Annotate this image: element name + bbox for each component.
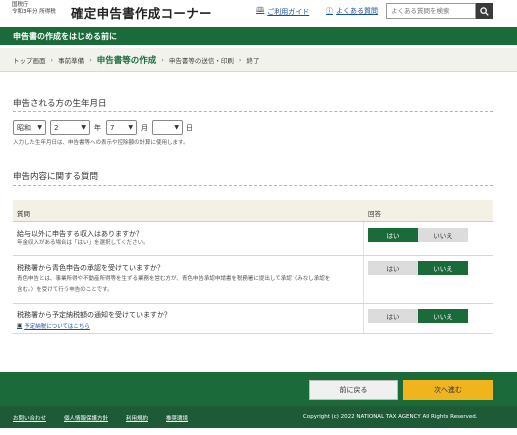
app-title: 確定申告書作成コーナー (71, 6, 212, 21)
answer-toggle: はい いいえ (368, 261, 468, 275)
faq-link[interactable]: ⓘ よくある質問 (326, 6, 378, 16)
question-text: 給与以外に申告する収入はありますか？ (17, 230, 143, 238)
chevron-down-icon: ▼ (128, 124, 133, 131)
page-banner: 申告書の作成をはじめる前に (0, 27, 517, 45)
breadcrumb: トップ画面 › 事前準備 › 申告書等の作成 › 申告書等の送信・印刷 › 終了 (0, 48, 517, 72)
column-divider (363, 304, 364, 333)
footer-link-terms[interactable]: 利用規約 (126, 414, 148, 422)
year-unit: 年 (94, 124, 101, 132)
breadcrumb-item-prep: 事前準備 (58, 56, 85, 65)
next-button[interactable]: 次へ進む (403, 380, 493, 400)
yes-button[interactable]: はい (368, 261, 418, 275)
chevron-right-icon: › (161, 55, 164, 64)
breadcrumb-item-end: 終了 (246, 56, 260, 65)
footer-link-contact[interactable]: お問い合わせ (13, 414, 46, 422)
answer-toggle: はい いいえ (368, 228, 468, 242)
no-button[interactable]: いいえ (418, 309, 468, 323)
agency-label: 国税庁 令和3年分 所得税 (12, 2, 56, 16)
chevron-down-icon: ▼ (174, 124, 179, 131)
chevron-right-icon: › (89, 55, 92, 64)
back-button[interactable]: 前に戻る (309, 380, 398, 400)
question-hint: 青色申告とは、事業所得や不動産所得等を生ずる業務を営む方が、青色申告承認申請書を… (17, 276, 331, 282)
questions-section-title: 申告内容に関する質問 (13, 172, 99, 182)
faq-search-input[interactable] (386, 3, 476, 19)
footer-link-environment[interactable]: 推奨環境 (166, 414, 188, 422)
prepayment-info-link[interactable]: ▣ 予定納税についてはこちら (17, 322, 90, 330)
table-row: 税務署から予定納税額の通知を受けていますか？ ▣ 予定納税についてはこちら はい… (13, 304, 493, 334)
section-divider (13, 185, 493, 186)
no-button[interactable]: いいえ (418, 261, 468, 275)
question-hint: 含む。）を受けて行う申告のことです。 (17, 287, 113, 293)
yes-button[interactable]: はい (368, 309, 418, 323)
chevron-down-icon: ▼ (37, 124, 42, 131)
table-row: 税務署から青色申告の承認を受けていますか？ 青色申告とは、事業所得や不動産所得等… (13, 256, 493, 304)
questions-table-header: 質問 回答 (13, 200, 493, 222)
question-text: 税務署から予定納税額の通知を受けていますか？ (17, 311, 171, 319)
chevron-right-icon: › (50, 55, 54, 64)
breadcrumb-item-send: 申告書等の送信・印刷 (168, 56, 234, 65)
year-select[interactable]: 2 ▼ (50, 120, 90, 135)
answer-column-header: 回答 (368, 210, 381, 218)
search-button[interactable] (476, 3, 493, 19)
day-select[interactable]: ▼ (152, 120, 183, 135)
table-row: 給与以外に申告する収入はありますか？ 年金収入がある場合は「はい」を選択してくだ… (13, 222, 493, 256)
guide-link-label: ご利用ガイド (267, 7, 310, 16)
breadcrumb-item-current: 申告書等の作成 (96, 55, 157, 66)
column-divider (363, 222, 364, 255)
book-icon: 🕮 (256, 6, 265, 14)
agency-name: 国税庁 (12, 2, 29, 8)
external-link-icon: ▣ (17, 323, 23, 329)
day-unit: 日 (186, 124, 193, 132)
footer: お問い合わせ 個人情報保護方針 利用規約 推奨環境 Copyright (c) … (0, 406, 517, 428)
search-icon (480, 6, 489, 16)
birthdate-section-title: 申告される方の生年月日 (13, 99, 107, 109)
no-button[interactable]: いいえ (418, 228, 468, 242)
guide-link[interactable]: 🕮 ご利用ガイド (256, 6, 309, 17)
birthdate-note: 入力した生年月日は、申告書等への表示や控除額の計算に使用します。 (13, 140, 189, 146)
era-value: 昭和 (17, 123, 31, 132)
year-value: 2 (54, 123, 59, 132)
chevron-right-icon: › (238, 55, 242, 64)
question-icon: ⓘ (326, 7, 333, 15)
chevron-down-icon: ▼ (81, 124, 86, 131)
section-divider (13, 111, 493, 112)
month-select[interactable]: 7 ▼ (106, 120, 137, 135)
month-value: 7 (110, 123, 115, 132)
faq-link-label: よくある質問 (336, 7, 378, 15)
tax-year: 令和3年分 所得税 (12, 9, 56, 15)
question-text: 税務署から青色申告の承認を受けていますか？ (17, 264, 164, 272)
question-column-header: 質問 (17, 210, 30, 218)
footer-link-privacy[interactable]: 個人情報保護方針 (64, 414, 108, 422)
prepayment-info-link-label: 予定納税についてはこちら (24, 324, 90, 330)
copyright: Copyright (c) 2022 NATIONAL TAX AGENCY A… (303, 414, 478, 420)
question-hint: 年金収入がある場合は「はい」を選択してください。 (17, 240, 149, 246)
header: 国税庁 令和3年分 所得税 確定申告書作成コーナー 🕮 ご利用ガイド ⓘ よくあ… (0, 0, 517, 24)
answer-toggle: はい いいえ (368, 309, 468, 323)
yes-button[interactable]: はい (368, 228, 418, 242)
era-select[interactable]: 昭和 ▼ (13, 120, 46, 135)
column-divider (363, 256, 364, 303)
month-unit: 月 (141, 124, 148, 132)
breadcrumb-item-top: トップ画面 (13, 56, 46, 65)
